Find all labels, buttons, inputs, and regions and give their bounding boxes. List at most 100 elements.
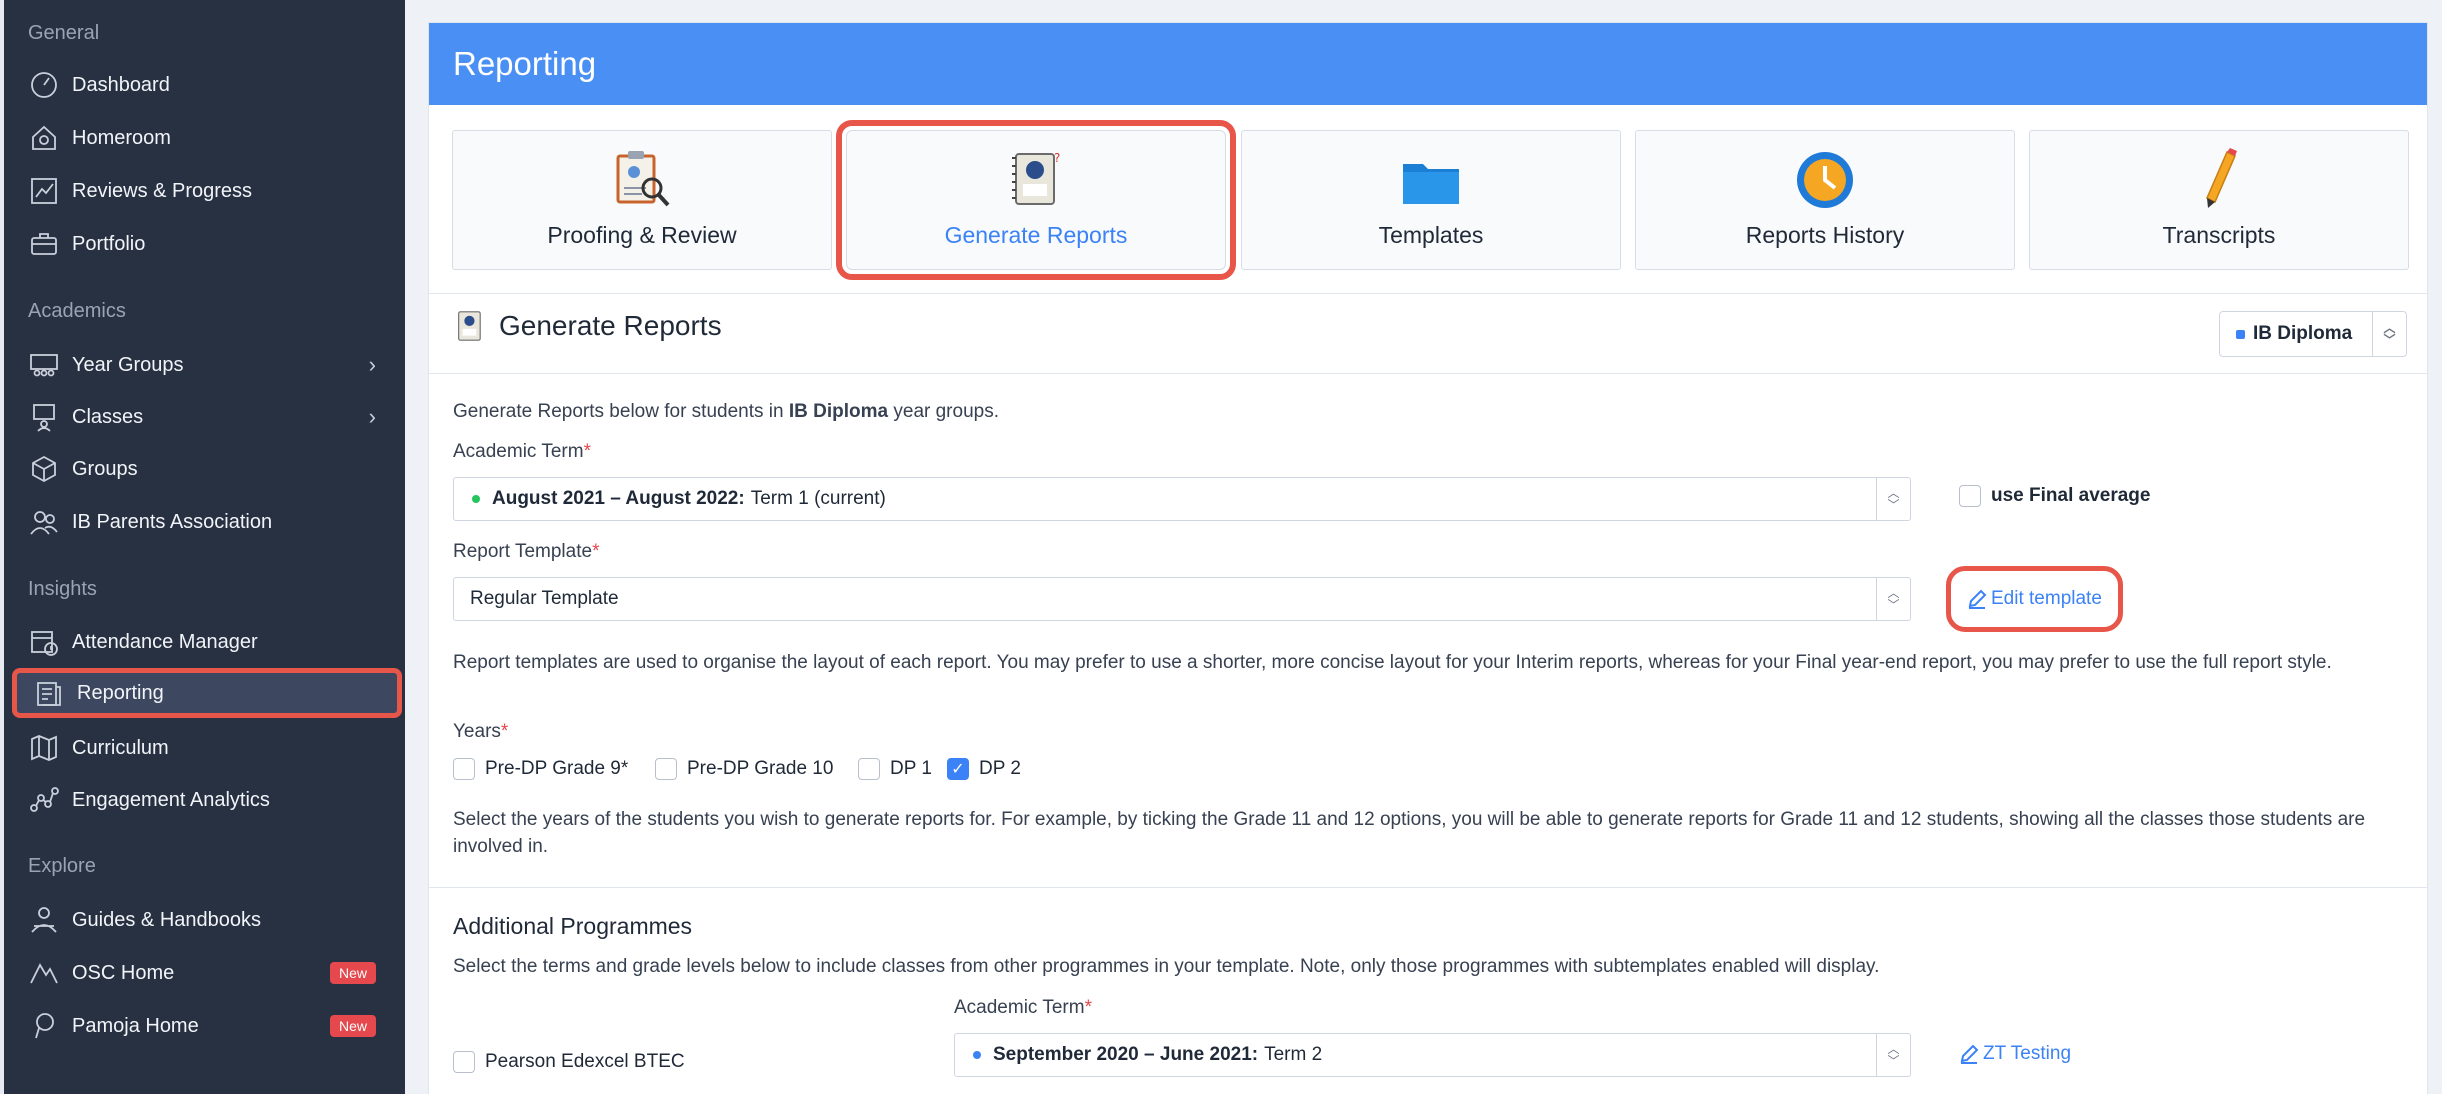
- sidebar-item-guides[interactable]: Guides & Handbooks: [26, 895, 396, 945]
- chevron-right-icon: ›: [368, 352, 376, 377]
- year-checkbox-pre-dp-9[interactable]: Pre-DP Grade 9*: [453, 758, 628, 780]
- trend-chart-icon: [26, 173, 62, 209]
- checkbox-label: Pre-DP Grade 9*: [485, 758, 629, 779]
- section-explore: Explore: [28, 855, 96, 877]
- generate-reports-heading: Generate Reports: [453, 308, 722, 344]
- pamoja-icon: [26, 1008, 62, 1044]
- sidebar-item-attendance[interactable]: Attendance Manager: [26, 617, 396, 667]
- sidebar-item-engagement[interactable]: Engagement Analytics: [26, 775, 396, 825]
- select-arrows-icon: ︿ ﹀: [1876, 478, 1910, 520]
- year-checkbox-dp-1[interactable]: DP 1: [858, 758, 932, 780]
- sidebar-item-label: Homeroom: [72, 126, 171, 149]
- years-help-text: Select the years of the students you wis…: [453, 809, 2366, 857]
- status-dot-icon: [973, 1051, 981, 1059]
- sidebar-item-year-groups[interactable]: Year Groups ›: [26, 340, 396, 390]
- sidebar-item-label: Groups: [72, 457, 138, 480]
- tile-label: Reports History: [1745, 222, 1905, 248]
- report-cards-icon: [458, 311, 481, 341]
- sidebar-item-label: Dashboard: [72, 73, 170, 96]
- sidebar-item-label: Attendance Manager: [72, 630, 258, 653]
- checkbox-box: [1959, 485, 1981, 507]
- sidebar-item-reporting[interactable]: Reporting: [12, 668, 402, 718]
- checkbox-box: [453, 1051, 475, 1073]
- edit-pencil-icon: [1960, 1044, 1979, 1064]
- new-badge: New: [329, 962, 376, 984]
- sidebar-item-curriculum[interactable]: Curriculum: [26, 723, 396, 773]
- select-arrows-icon: ︿ ﹀: [1876, 578, 1910, 620]
- programme-dot-icon: [2236, 329, 2245, 339]
- tile-label: Generate Reports: [944, 222, 1128, 248]
- cube-icon: [26, 451, 62, 487]
- sidebar-item-pamoja[interactable]: Pamoja Home New: [26, 1001, 396, 1051]
- people-icon: [26, 504, 62, 540]
- tile-proofing-review[interactable]: Proofing & Review: [452, 130, 832, 270]
- sidebar-item-label: Reviews & Progress: [72, 179, 253, 202]
- sidebar-item-label: Reporting: [77, 681, 164, 704]
- folder-icon: [1403, 164, 1459, 204]
- sidebar-item-reviews[interactable]: Reviews & Progress: [26, 166, 396, 216]
- report-template-select[interactable]: Regular Template ︿ ﹀: [453, 577, 1911, 621]
- year-checkbox-dp-2[interactable]: ✓ DP 2: [947, 758, 1021, 780]
- sidebar-item-osc[interactable]: OSC Home New: [26, 948, 396, 998]
- sidebar-item-label: OSC Home: [72, 961, 175, 984]
- chevron-right-icon: ›: [368, 404, 376, 429]
- programme-select-value: IB Diploma: [2253, 323, 2353, 344]
- section-insights: Insights: [28, 578, 97, 600]
- clock-icon: [1797, 152, 1853, 208]
- checkbox-box: [858, 758, 880, 780]
- year-groups-icon: [26, 347, 62, 383]
- briefcase-icon: [26, 226, 62, 262]
- checkmark-icon: ✓: [947, 758, 969, 780]
- additional-term-label: Academic Term*: [954, 997, 1092, 1018]
- sidebar-item-classes[interactable]: Classes ›: [26, 392, 396, 442]
- checkbox-label: Pearson Edexcel BTEC: [485, 1051, 685, 1072]
- generate-intro: Generate Reports below for students in I…: [453, 401, 999, 422]
- pencil-icon: [2206, 148, 2237, 208]
- programme-checkbox-btec[interactable]: Pearson Edexcel BTEC: [453, 1051, 685, 1073]
- sidebar-item-groups[interactable]: Groups: [26, 444, 396, 494]
- report-cards-icon: ?: [1012, 151, 1060, 205]
- mountain-icon: [26, 955, 62, 991]
- checkbox-label: use Final average: [1991, 485, 2151, 506]
- sidebar-item-parents[interactable]: IB Parents Association: [26, 497, 396, 547]
- tile-transcripts[interactable]: Transcripts: [2029, 130, 2409, 270]
- academic-term-select[interactable]: August 2021 – August 2022: Term 1 (curren…: [453, 477, 1911, 521]
- checkbox-box: [453, 758, 475, 780]
- tile-generate-reports[interactable]: ? Generate Reports: [836, 120, 1236, 280]
- zt-testing-link[interactable]: ZT Testing: [1959, 1043, 2071, 1065]
- template-help-text: Report templates are used to organise th…: [453, 652, 2332, 673]
- page-title: Reporting: [429, 23, 2427, 105]
- section-general: General: [28, 22, 100, 44]
- sidebar-item-label: Engagement Analytics: [72, 788, 270, 811]
- divider: [429, 887, 2427, 888]
- tile-reports-history[interactable]: Reports History: [1635, 130, 2015, 270]
- status-dot-icon: [472, 495, 480, 503]
- section-title: Generate Reports: [499, 310, 722, 341]
- sidebar-item-label: Pamoja Home: [72, 1014, 199, 1037]
- final-average-checkbox[interactable]: use Final average: [1959, 485, 2150, 507]
- sidebar-item-label: IB Parents Association: [72, 510, 273, 533]
- sidebar: General Dashboard Homeroom Reviews & Pro…: [0, 0, 405, 1094]
- select-arrows-icon: ︿ ﹀: [2372, 312, 2406, 356]
- sidebar-item-label: Portfolio: [72, 232, 146, 255]
- academic-term-label: Academic Term*: [453, 441, 591, 462]
- tile-templates[interactable]: Templates: [1241, 130, 1621, 270]
- additional-programmes-heading: Additional Programmes: [453, 913, 693, 939]
- sidebar-item-label: Classes: [72, 405, 144, 428]
- sidebar-item-homeroom[interactable]: Homeroom: [26, 113, 396, 163]
- years-label: Years*: [453, 721, 509, 742]
- programme-select[interactable]: IB Diploma ︿ ﹀: [2219, 311, 2407, 357]
- dashboard-icon: [26, 67, 62, 103]
- additional-term-select[interactable]: September 2020 – June 2021: Term 2 ︿ ﹀: [954, 1033, 1911, 1077]
- additional-programmes-help: Select the terms and grade levels below …: [453, 956, 1880, 977]
- edit-template-link[interactable]: Edit template: [1946, 566, 2123, 632]
- svg-text:?: ?: [1054, 151, 1060, 165]
- year-checkbox-pre-dp-10[interactable]: Pre-DP Grade 10: [655, 758, 833, 780]
- sidebar-item-dashboard[interactable]: Dashboard: [26, 60, 396, 110]
- classes-icon: [26, 399, 62, 435]
- new-badge: New: [329, 1015, 376, 1037]
- sidebar-item-label: Curriculum: [72, 736, 169, 759]
- sidebar-item-portfolio[interactable]: Portfolio: [26, 219, 396, 269]
- sidebar-item-label: Guides & Handbooks: [72, 908, 262, 931]
- guides-icon: [26, 902, 62, 938]
